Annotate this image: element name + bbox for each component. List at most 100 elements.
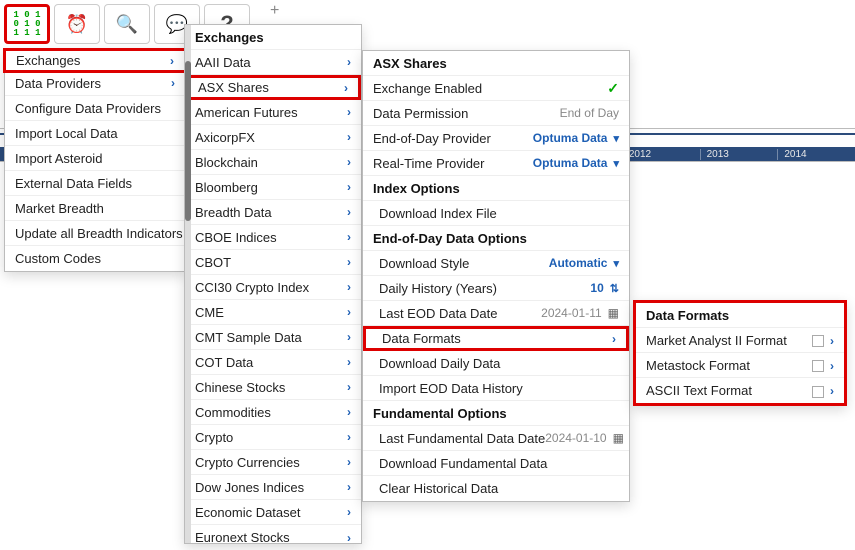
menu-item[interactable]: Data Providers› <box>5 71 185 96</box>
format-item[interactable]: Market Analyst II Format › <box>636 328 844 353</box>
menu-item[interactable]: Update all Breadth Indicators <box>5 221 185 246</box>
year-tick: 2013 <box>700 149 778 160</box>
menu-item[interactable]: Import Asteroid <box>5 146 185 171</box>
alarm-icon[interactable]: ⏰ <box>54 4 100 44</box>
settings-row[interactable]: Clear Historical Data <box>363 476 629 501</box>
exchange-item[interactable]: CBOT › <box>185 250 361 275</box>
data-formats-panel: Data FormatsMarket Analyst II Format›Met… <box>633 300 847 406</box>
exchange-item[interactable]: Commodities› <box>185 400 361 425</box>
exchange-item[interactable]: CME› <box>185 300 361 325</box>
settings-row[interactable]: Import EOD Data History <box>363 376 629 401</box>
exchange-item-label: Blockchain <box>195 155 258 170</box>
settings-row[interactable]: Download Fundamental Data <box>363 451 629 476</box>
settings-row[interactable]: Last EOD Data Date2024-01-11 <box>363 301 629 326</box>
year-tick: 2012 <box>622 149 700 160</box>
settings-key: Import EOD Data History <box>379 381 523 396</box>
chevron-right-icon: › <box>347 531 351 545</box>
settings-value: Optuma Data <box>533 131 619 145</box>
exchange-item[interactable]: Bloomberg› <box>185 175 361 200</box>
settings-row[interactable]: Daily History (Years)10 <box>363 276 629 301</box>
settings-row[interactable]: Data Formats› <box>363 326 629 351</box>
exchange-item-label: CBOT <box>195 255 231 270</box>
menu-item-label: Exchanges <box>16 53 80 68</box>
chevron-right-icon: › <box>830 384 834 398</box>
exchange-item[interactable]: AAII Data › <box>185 50 361 75</box>
data-matrix-button[interactable]: 1 0 1 0 1 0 1 1 1 <box>4 4 50 44</box>
settings-key: End-of-Day Data Options <box>373 231 527 246</box>
settings-key: Last EOD Data Date <box>379 306 498 321</box>
chevron-right-icon: › <box>347 455 351 469</box>
menu-item[interactable]: Custom Codes <box>5 246 185 271</box>
search-icon[interactable]: 🔍 <box>104 4 150 44</box>
menu-item-label: Configure Data Providers <box>15 101 161 116</box>
section-header: End-of-Day Data Options <box>363 226 629 251</box>
menu-item[interactable]: Import Local Data <box>5 121 185 146</box>
menu-item[interactable]: Configure Data Providers <box>5 96 185 121</box>
settings-key: Data Formats <box>382 331 461 346</box>
chevron-right-icon: › <box>171 76 175 90</box>
exchange-item[interactable]: ASX Shares› <box>185 75 361 100</box>
settings-row[interactable]: Download Daily Data <box>363 351 629 376</box>
chevron-right-icon: › <box>347 55 351 69</box>
settings-row[interactable]: Real-Time ProviderOptuma Data <box>363 151 629 176</box>
exchanges-header-label: Exchanges <box>195 30 264 45</box>
settings-key: Fundamental Options <box>373 406 507 421</box>
exchange-item-label: Dow Jones Indices <box>195 480 304 495</box>
settings-value: Automatic <box>549 256 619 270</box>
exchange-item-label: AxicorpFX <box>195 130 255 145</box>
settings-key: Download Fundamental Data <box>379 456 547 471</box>
exchange-item-label: Crypto <box>195 430 233 445</box>
chevron-right-icon: › <box>830 334 834 348</box>
checkbox[interactable] <box>812 335 824 347</box>
exchange-item-label: CCI30 Crypto Index <box>195 280 309 295</box>
settings-row[interactable]: Download Index File <box>363 201 629 226</box>
chevron-right-icon: › <box>830 359 834 373</box>
format-item-label: Market Analyst II Format <box>646 333 787 348</box>
settings-key: Clear Historical Data <box>379 481 498 496</box>
menu-item[interactable]: Exchanges › <box>3 48 187 73</box>
chevron-right-icon: › <box>347 255 351 269</box>
settings-row[interactable]: Download StyleAutomatic <box>363 251 629 276</box>
settings-value: 10 <box>590 281 619 295</box>
settings-row[interactable]: Last Fundamental Data Date2024-01-10 <box>363 426 629 451</box>
exchange-item[interactable]: CCI30 Crypto Index› <box>185 275 361 300</box>
exchange-item[interactable]: Chinese Stocks› <box>185 375 361 400</box>
exchange-item[interactable]: Blockchain› <box>185 150 361 175</box>
chevron-right-icon: › <box>347 380 351 394</box>
format-item-controls: › <box>812 383 834 398</box>
format-item[interactable]: ASCII Text Format› <box>636 378 844 403</box>
year-tick: 2014 <box>777 149 855 160</box>
exchange-item-label: Crypto Currencies <box>195 455 300 470</box>
exchanges-menu: Exchanges AAII Data › ASX Shares›American F… <box>184 24 362 544</box>
chevron-right-icon: › <box>347 180 351 194</box>
settings-key: Download Index File <box>379 206 497 221</box>
format-item[interactable]: Metastock Format› <box>636 353 844 378</box>
menu-item[interactable]: Market Breadth <box>5 196 185 221</box>
chevron-right-icon: › <box>170 54 174 68</box>
exchange-item[interactable]: CMT Sample Data› <box>185 325 361 350</box>
exchange-item[interactable]: Economic Dataset› <box>185 500 361 525</box>
exchange-item-label: AAII Data <box>195 55 251 70</box>
exchange-item[interactable]: Euronext Stocks› <box>185 525 361 550</box>
exchange-item[interactable]: COT Data› <box>185 350 361 375</box>
exchange-item[interactable]: AxicorpFX› <box>185 125 361 150</box>
exchange-item[interactable]: Dow Jones Indices› <box>185 475 361 500</box>
settings-key: Real-Time Provider <box>373 156 485 171</box>
exchange-item[interactable]: American Futures› <box>185 100 361 125</box>
new-tab-plus[interactable]: + <box>270 2 279 20</box>
settings-row[interactable]: Exchange Enabled✓ <box>363 76 629 101</box>
settings-row[interactable]: Data PermissionEnd of Day <box>363 101 629 126</box>
menu-item[interactable]: External Data Fields <box>5 171 185 196</box>
exchange-item[interactable]: CBOE Indices› <box>185 225 361 250</box>
exchange-item[interactable]: Breadth Data› <box>185 200 361 225</box>
chevron-right-icon: › <box>347 230 351 244</box>
exchange-item[interactable]: Crypto Currencies › <box>185 450 361 475</box>
menu-item-label: Market Breadth <box>15 201 104 216</box>
settings-key: Exchange Enabled <box>373 81 482 96</box>
checkbox[interactable] <box>812 360 824 372</box>
checkbox[interactable] <box>812 386 824 398</box>
asx-shares-header: ASX Shares <box>363 51 629 76</box>
chevron-right-icon: › <box>347 405 351 419</box>
settings-row[interactable]: End-of-Day ProviderOptuma Data <box>363 126 629 151</box>
exchange-item[interactable]: Crypto› <box>185 425 361 450</box>
